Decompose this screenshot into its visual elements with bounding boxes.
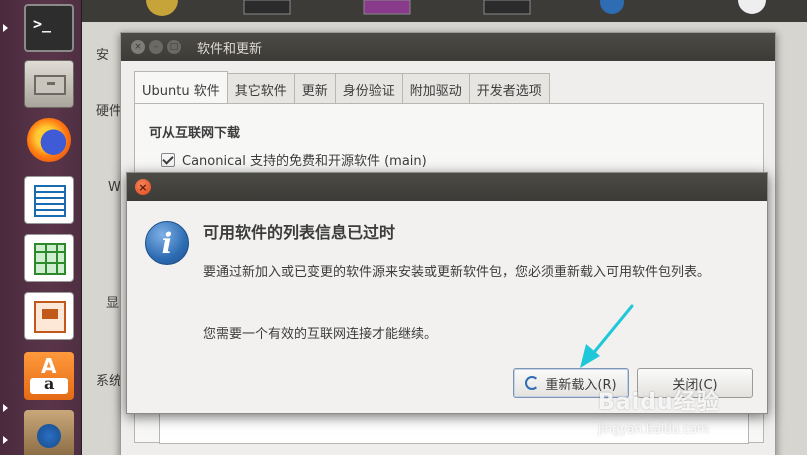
section-heading: 可从互联网下载 [149,126,241,141]
tab-developer-options[interactable]: 开发者选项 [468,73,550,103]
launcher-software-updater[interactable] [24,410,74,455]
outdated-info-dialog: × i 可用软件的列表信息已过时 要通过新加入或已变更的软件源来安装或更新软件包… [126,172,768,414]
window-titlebar: × – □ 软件和更新 [121,33,775,61]
calc-icon [34,243,66,275]
files-icon [34,75,66,95]
info-icon: i [145,221,189,265]
running-indicator [3,24,8,32]
launcher-firefox[interactable] [24,116,74,164]
minimize-icon: – [153,41,159,52]
tab-other-software[interactable]: 其它软件 [226,73,295,103]
baidu-watermark: Baidu经验 jingyan.baidu.com [598,384,798,444]
launcher-amazon[interactable]: A a [24,352,74,400]
tab-bar: Ubuntu 软件 其它软件 更新 身份验证 附加驱动 开发者选项 [134,71,550,103]
close-icon: × [138,180,148,194]
launcher-writer[interactable] [24,176,74,224]
background-label: 显 [106,296,120,311]
window-title: 软件和更新 [197,41,263,57]
dialog-note: 您需要一个有效的互联网连接才能继续。 [203,327,438,342]
software-updater-icon [37,424,61,448]
window-maximize-button[interactable]: □ [167,40,181,54]
background-label: W [108,180,121,195]
launcher-terminal[interactable]: >_ [24,4,74,52]
background-window-top [82,0,807,22]
amazon-logo: a [30,374,68,394]
writer-icon [34,185,66,217]
maximize-icon: □ [169,41,179,52]
display-icon [243,0,291,15]
firefox-icon [27,118,71,162]
tab-additional-drivers[interactable]: 附加驱动 [401,73,470,103]
theme-icon [363,0,411,15]
reload-icon [525,376,540,390]
dialog-message: 要通过新加入或已变更的软件源来安装或更新软件包，您必须重新载入可用软件包列表。 [203,265,711,280]
launcher-impress[interactable] [24,292,74,340]
running-indicator [3,436,8,444]
background-label: 硬件 [96,104,123,119]
workspace-icon [483,0,531,15]
watermark-url: jingyan.baidu.com [598,422,709,436]
settings-icon [146,0,178,16]
dialog-titlebar: × [127,173,767,201]
window-minimize-button[interactable]: – [149,40,163,54]
language-icon [738,0,766,14]
network-icon [600,0,624,14]
impress-icon [34,301,66,333]
dialog-close-button[interactable]: × [135,179,151,195]
checkbox-checked-icon[interactable] [161,152,175,167]
window-close-button[interactable]: × [131,40,145,54]
launcher-border [81,0,82,455]
running-indicator [3,404,8,412]
tab-ubuntu-software[interactable]: Ubuntu 软件 [134,71,228,103]
close-icon: × [134,41,142,52]
tab-updates[interactable]: 更新 [293,73,336,103]
launcher-files[interactable] [24,60,74,108]
background-label: 系统 [96,374,123,389]
tab-authentication[interactable]: 身份验证 [334,73,403,103]
main-repo-checkbox[interactable]: Canonical 支持的免费和开源软件 (main) [161,150,427,169]
background-label: 安 [96,48,110,63]
launcher: >_ A a [0,0,82,455]
checkbox-label: Canonical 支持的免费和开源软件 (main) [182,154,427,169]
dialog-heading: 可用软件的列表信息已过时 [203,223,396,242]
terminal-icon: >_ [33,15,52,33]
launcher-calc[interactable] [24,234,74,282]
watermark-logo: Baidu经验 [598,390,720,415]
